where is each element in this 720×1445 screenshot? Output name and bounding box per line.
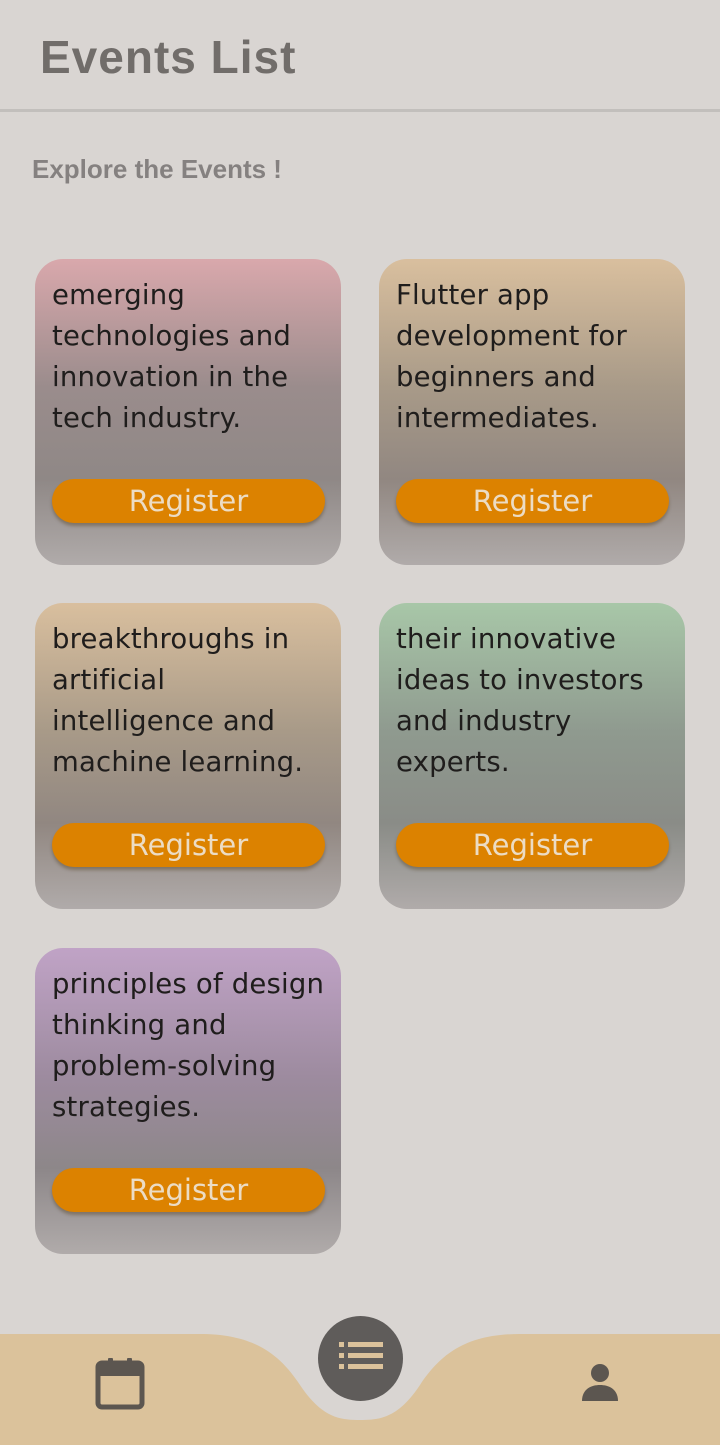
section-subtitle: Explore the Events ! xyxy=(32,154,282,184)
register-button[interactable]: Register xyxy=(52,479,325,523)
event-card: breakthroughs in artificial intelligence… xyxy=(35,603,341,909)
page-title: Events List xyxy=(40,31,297,83)
register-button[interactable]: Register xyxy=(52,823,325,867)
register-button[interactable]: Register xyxy=(52,1168,325,1212)
register-button[interactable]: Register xyxy=(396,823,669,867)
event-description: breakthroughs in artificial intelligence… xyxy=(52,623,304,778)
app-bar: Events List xyxy=(0,0,720,112)
register-button[interactable]: Register xyxy=(396,479,669,523)
event-description: emerging technologies and innovation in … xyxy=(52,279,291,434)
person-icon[interactable] xyxy=(580,1362,620,1407)
event-card: Flutter app development for beginners an… xyxy=(379,259,685,565)
event-card: their innovative ideas to investors and … xyxy=(379,603,685,909)
event-description: Flutter app development for beginners an… xyxy=(396,279,627,434)
event-description: principles of design thinking and proble… xyxy=(52,968,325,1123)
event-card: principles of design thinking and proble… xyxy=(35,948,341,1254)
event-description: their innovative ideas to investors and … xyxy=(396,623,644,778)
bottom-navigation-bar xyxy=(0,1300,720,1445)
event-card: emerging technologies and innovation in … xyxy=(35,259,341,565)
calendar-icon[interactable] xyxy=(94,1356,146,1415)
events-list-tab[interactable] xyxy=(318,1316,403,1401)
list-icon xyxy=(338,1341,383,1376)
